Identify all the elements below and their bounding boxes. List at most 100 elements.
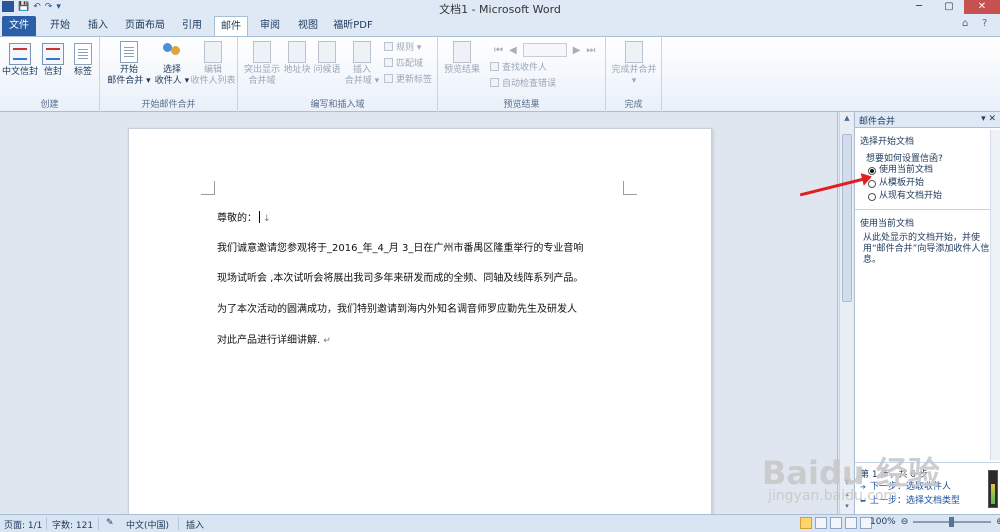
full-screen-view-icon[interactable] — [815, 517, 827, 529]
find-icon — [490, 62, 499, 71]
select-recipients-button[interactable]: 选择 收件人 ▾ — [152, 41, 192, 87]
start-mail-merge-button[interactable]: 开始 邮件合并 ▾ — [106, 41, 152, 87]
last-record-icon[interactable]: ⏭ — [586, 45, 595, 56]
outline-view-icon[interactable] — [845, 517, 857, 529]
auto-check-errors-button[interactable]: 自动检查错误 — [490, 77, 556, 91]
group-start-mail-merge: 开始 邮件合并 ▾ 选择 收件人 ▾ 编辑 收件人列表 开始邮件合并 — [100, 37, 238, 112]
tab-mailings[interactable]: 邮件 — [214, 16, 248, 36]
tab-file[interactable]: 文件 — [2, 16, 36, 36]
option-start-from-existing[interactable]: 从现有文档开始 — [860, 190, 995, 209]
zoom-slider-knob[interactable] — [949, 517, 955, 527]
highlight-icon — [253, 41, 271, 63]
zoom-in-icon[interactable]: ⊕ — [996, 517, 1000, 527]
doc-line-4[interactable]: 对此产品进行详细讲解. ↵ — [217, 331, 331, 346]
next-record-icon[interactable]: ▶ — [573, 45, 581, 56]
insert-merge-field-button[interactable]: 插入 合并域 ▾ — [342, 41, 382, 87]
pane-scrollbar[interactable] — [990, 130, 1000, 460]
section-title: 使用当前文档 — [860, 219, 915, 229]
document-area: 尊敬的： ↓ 我们诚意邀请您参观将于_2016_年_4_月 3_日在广州市番禺区隆… — [0, 112, 838, 528]
group-label: 编写和插入域 — [310, 100, 365, 110]
edit-recipient-list-button[interactable]: 编辑 收件人列表 — [190, 41, 236, 87]
maximize-button[interactable]: ▢ — [934, 0, 964, 14]
highlight-merge-fields-button[interactable]: 突出显示 合并域 — [242, 41, 282, 87]
insert-mode-indicator[interactable]: 插入 — [186, 518, 204, 531]
web-layout-view-icon[interactable] — [830, 517, 842, 529]
help-icon[interactable]: ⌂ — [962, 18, 968, 29]
preview-icon — [453, 41, 471, 63]
tab-insert[interactable]: 插入 — [82, 16, 114, 36]
group-finish: 完成并合并 ▾ 完成 — [606, 37, 662, 112]
doc-line-2[interactable]: 现场试听会 ,本次试听会将展出我司多年来研发而成的全频、同轴及线阵系列产品。 — [217, 269, 583, 284]
language-indicator[interactable]: 中文(中国) — [126, 518, 169, 531]
page-count[interactable]: 页面: 1/1 — [4, 518, 42, 531]
record-navigation: ⏮ ◀ ▶ ⏭ — [494, 43, 595, 57]
address-block-button[interactable]: 地址块 — [282, 41, 312, 76]
record-number-input[interactable] — [522, 43, 567, 57]
proofing-icon[interactable]: ✎ — [106, 518, 114, 528]
zoom-level[interactable]: 100% — [870, 517, 896, 527]
tab-references[interactable]: 引用 — [176, 16, 208, 36]
option-start-from-template[interactable]: 从模板开始 — [860, 177, 995, 190]
zoom-out-icon[interactable]: ⊖ — [901, 517, 909, 527]
doc-line-greeting[interactable]: 尊敬的： ↓ — [217, 209, 271, 224]
word-count[interactable]: 字数: 121 — [52, 518, 93, 531]
text-cursor — [259, 211, 260, 223]
check-errors-icon — [490, 78, 499, 87]
volume-meter-icon — [988, 470, 998, 508]
print-layout-view-icon[interactable] — [800, 517, 812, 529]
label-sheet-icon — [74, 43, 92, 65]
zoom-slider[interactable] — [913, 517, 992, 527]
finish-and-merge-button[interactable]: 完成并合并 ▾ — [608, 41, 660, 87]
rules-icon — [384, 42, 393, 51]
help-question-icon[interactable]: ? — [982, 18, 987, 29]
option-use-current-document[interactable]: 使用当前文档 — [860, 164, 995, 177]
envelope-button[interactable]: 信封 — [40, 43, 66, 78]
minimize-button[interactable]: ─ — [904, 0, 934, 14]
envelope-icon — [9, 43, 31, 65]
greeting-line-button[interactable]: 问候语 — [312, 41, 342, 76]
baidu-url-watermark: jingyan.baidu.com — [768, 488, 898, 504]
crop-mark-top-right — [623, 181, 637, 195]
pane-controls[interactable]: ▾ ✕ — [981, 114, 996, 124]
use-current-document-section: 使用当前文档 — [855, 210, 1000, 231]
zoom-control: 100% ⊖ ⊕ — [870, 517, 1000, 527]
match-fields-button[interactable]: 匹配域 — [384, 57, 423, 71]
doc-line-3[interactable]: 为了本次活动的圆满成功，我们特别邀请到海内外知名调音师罗应勤先生及研发人 — [217, 300, 577, 315]
radio-icon[interactable] — [868, 192, 876, 201]
edit-list-icon — [204, 41, 222, 63]
scroll-thumb[interactable] — [842, 134, 852, 302]
recipients-icon — [161, 41, 183, 63]
close-button[interactable]: ✕ — [964, 0, 1000, 14]
document-page[interactable]: 尊敬的： ↓ 我们诚意邀请您参观将于_2016_年_4_月 3_日在广州市番禺区隆… — [128, 128, 712, 528]
previous-record-icon[interactable]: ◀ — [509, 45, 517, 56]
tab-review[interactable]: 审阅 — [254, 16, 286, 36]
scroll-up-icon[interactable]: ▲ — [840, 112, 854, 124]
doc-line-1[interactable]: 我们诚意邀请您参观将于_2016_年_4_月 3_日在广州市番禺区隆重举行的专业… — [217, 239, 583, 254]
envelope-icon — [42, 43, 64, 65]
tab-home[interactable]: 开始 — [44, 16, 76, 36]
update-labels-icon — [384, 74, 393, 83]
tab-view[interactable]: 视图 — [292, 16, 324, 36]
title-bar: W 💾 ↶ ↷ ▾ 文档1 - Microsoft Word ─ ▢ ✕ — [0, 0, 1000, 16]
rules-button[interactable]: 规则 ▾ — [384, 41, 421, 55]
finish-merge-icon — [625, 41, 643, 63]
first-record-icon[interactable]: ⏮ — [494, 45, 503, 56]
section-description: 从此处显示的文档开始，并使用“邮件合并”向导添加收件人信息。 — [863, 233, 990, 265]
mail-merge-doc-icon — [120, 41, 138, 63]
ribbon: 中文信封 信封 标签 创建 开始 邮件合并 ▾ 选择 收件人 ▾ 编辑 收件人列… — [0, 36, 1000, 112]
group-label: 创建 — [40, 100, 59, 110]
group-create: 中文信封 信封 标签 创建 — [0, 37, 100, 112]
tab-page-layout[interactable]: 页面布局 — [122, 16, 168, 36]
chinese-envelope-button[interactable]: 中文信封 — [2, 43, 38, 78]
preview-results-button[interactable]: 预览结果 — [442, 41, 482, 76]
update-labels-button[interactable]: 更新标签 — [384, 73, 432, 87]
view-buttons — [800, 517, 872, 529]
labels-button[interactable]: 标签 — [70, 43, 96, 78]
select-starting-document-section: 选择开始文档 想要如何设置信函? 使用当前文档 从模板开始 从现有文档开始 — [855, 128, 1000, 210]
crop-mark-top-left — [201, 181, 215, 195]
insert-field-icon — [353, 41, 371, 63]
group-write-insert-fields: 突出显示 合并域 地址块 问候语 插入 合并域 ▾ 规则 ▾ 匹配域 更新标签 … — [238, 37, 438, 112]
find-recipient-button[interactable]: 查找收件人 — [490, 61, 547, 75]
tab-foxit-pdf[interactable]: 福昕PDF — [330, 16, 376, 36]
address-block-icon — [288, 41, 306, 63]
